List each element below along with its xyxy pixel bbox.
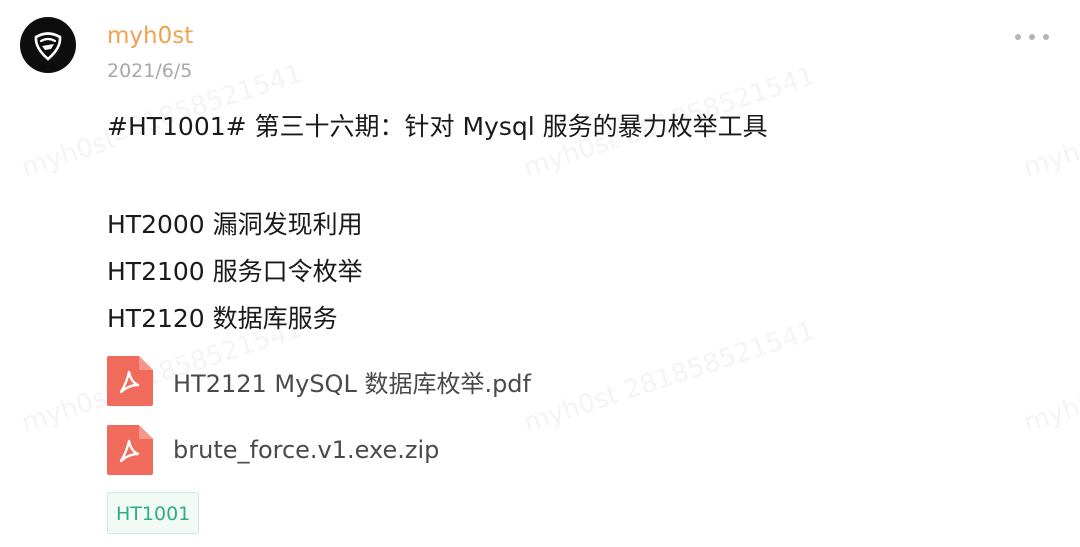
attachment-item[interactable]: HT2121 MySQL 数据库枚举.pdf — [107, 356, 531, 406]
more-dot — [1029, 34, 1035, 40]
watermark-text: myh0st — [1020, 125, 1080, 184]
pdf-file-icon — [107, 425, 153, 475]
author-name[interactable]: myh0st — [107, 21, 193, 51]
post-line: HT2120 数据库服务 — [107, 304, 338, 333]
topic-tag[interactable]: HT1001 — [107, 492, 200, 534]
watermark-text: myh0st — [1020, 380, 1080, 439]
attachment-name: HT2121 MySQL 数据库枚举.pdf — [173, 369, 531, 398]
author-avatar[interactable] — [20, 17, 76, 73]
watermark-text: myh0st — [18, 380, 120, 439]
attachment-name: brute_force.v1.exe.zip — [173, 436, 440, 464]
watermark-text: myh0st — [18, 125, 120, 184]
post-card: myh0st 281858521541 myh0st 281858521541 … — [0, 0, 1080, 547]
pdf-file-icon — [107, 356, 153, 406]
more-options-icon[interactable] — [1015, 30, 1049, 44]
avatar-logo-icon — [34, 32, 62, 61]
post-line: HT2100 服务口令枚举 — [107, 257, 363, 286]
post-date: 2021/6/5 — [107, 60, 193, 82]
more-dot — [1015, 34, 1021, 40]
post-title: #HT1001# 第三十六期：针对 Mysql 服务的暴力枚举工具 — [107, 112, 768, 141]
post-line: HT2000 漏洞发现利用 — [107, 210, 363, 239]
more-dot — [1043, 34, 1049, 40]
attachment-item[interactable]: brute_force.v1.exe.zip — [107, 425, 439, 475]
post-body: #HT1001# 第三十六期：针对 Mysql 服务的暴力枚举工具 HT2000… — [107, 108, 1007, 342]
